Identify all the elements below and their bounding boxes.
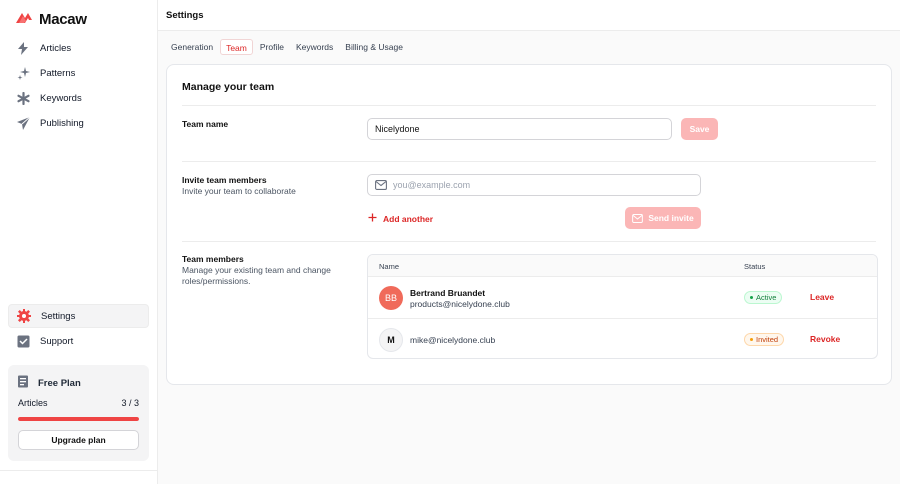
tab-generation[interactable]: Generation (166, 39, 218, 55)
plan-usage-label: Articles (18, 398, 48, 408)
divider (182, 161, 876, 162)
divider (182, 241, 876, 242)
avatar: M (379, 328, 403, 352)
nav-item-articles[interactable]: Articles (8, 36, 149, 60)
member-email: products@nicelydone.club (410, 299, 510, 309)
gear-icon (17, 309, 31, 323)
page-header: Settings (158, 0, 900, 31)
team-name-label: Team name (182, 119, 229, 129)
table-row: BB Bertrand Bruandet products@nicelydone… (368, 277, 877, 318)
status-dot-icon (750, 338, 753, 341)
tab-keywords[interactable]: Keywords (291, 39, 338, 55)
column-status: Status (744, 262, 766, 271)
tab-billing-usage[interactable]: Billing & Usage (340, 39, 408, 55)
plan-card: Free Plan Articles 3 / 3 Upgrade plan (8, 365, 149, 461)
invite-email-input[interactable] (393, 180, 700, 190)
plus-icon (368, 213, 377, 224)
plan-usage: Articles 3 / 3 (18, 398, 139, 408)
page-title: Settings (166, 10, 204, 21)
support-icon (16, 334, 30, 348)
plan-usage-fill (18, 417, 139, 421)
status-badge: Active (744, 291, 783, 304)
sparkles-icon (16, 66, 30, 80)
mail-icon (375, 180, 387, 190)
add-another-label: Add another (383, 213, 434, 224)
nav-item-keywords[interactable]: Keywords (8, 86, 149, 110)
status-dot-icon (750, 296, 753, 299)
status-badge: Invited (744, 333, 785, 346)
send-invite-label: Send invite (648, 213, 694, 223)
plan-usage-value: 3 / 3 (121, 398, 139, 408)
card-title: Manage your team (182, 81, 275, 93)
nav-item-publishing[interactable]: Publishing (8, 111, 149, 135)
macaw-logo-icon (16, 10, 36, 28)
plan-icon (17, 375, 30, 391)
plan-name: Free Plan (38, 377, 81, 389)
tab-team[interactable]: Team (220, 39, 253, 55)
nav-item-settings[interactable]: Settings (8, 304, 149, 328)
plan-title: Free Plan (17, 375, 81, 391)
settings-tabs: Generation Team Profile Keywords Billing… (166, 39, 408, 55)
tab-profile[interactable]: Profile (255, 39, 289, 55)
member-name: Bertrand Bruandet (410, 288, 486, 298)
sidebar: Macaw Articles Patterns Keywords Publish… (0, 0, 158, 484)
table-row: M mike@nicelydone.club Invited Revoke (368, 318, 877, 358)
upgrade-plan-button[interactable]: Upgrade plan (18, 430, 139, 450)
add-another-button[interactable]: Add another (368, 213, 433, 224)
app-logo[interactable]: Macaw (16, 10, 87, 28)
members-label: Team members (182, 254, 244, 264)
team-name-input[interactable] (375, 124, 671, 134)
members-table: Name Status BB Bertrand Bruandet product… (367, 254, 878, 359)
send-icon (16, 116, 30, 130)
members-description: Manage your existing team and change rol… (182, 265, 331, 286)
nav-label: Articles (40, 42, 72, 54)
invite-description: Invite your team to collaborate (182, 186, 296, 196)
invite-email-field[interactable] (367, 174, 701, 196)
divider (182, 105, 876, 106)
column-name: Name (379, 262, 400, 271)
avatar: BB (379, 286, 403, 310)
plan-usage-bar (18, 417, 139, 421)
save-button[interactable]: Save (681, 118, 718, 140)
mail-icon (632, 213, 644, 223)
sidebar-divider (0, 470, 158, 471)
nav-label: Publishing (40, 117, 84, 129)
nav-label: Keywords (40, 92, 82, 104)
nav-item-support[interactable]: Support (8, 329, 149, 353)
lightning-icon (16, 41, 30, 55)
status-label: Invited (756, 335, 779, 344)
asterisk-icon (16, 91, 30, 105)
nav-label: Patterns (40, 67, 76, 79)
invite-label: Invite team members (182, 175, 267, 185)
team-name-field[interactable] (367, 118, 672, 140)
member-email: mike@nicelydone.club (410, 335, 496, 345)
app-name: Macaw (39, 10, 87, 28)
nav-label: Settings (41, 310, 76, 322)
table-header: Name Status (368, 255, 877, 277)
manage-team-card: Manage your team Team name Save Invite t… (166, 64, 892, 385)
leave-button[interactable]: Leave (810, 292, 834, 302)
nav-item-patterns[interactable]: Patterns (8, 61, 149, 85)
send-invite-button[interactable]: Send invite (625, 207, 701, 229)
revoke-button[interactable]: Revoke (810, 334, 840, 344)
status-label: Active (756, 293, 777, 302)
nav-label: Support (40, 335, 74, 347)
